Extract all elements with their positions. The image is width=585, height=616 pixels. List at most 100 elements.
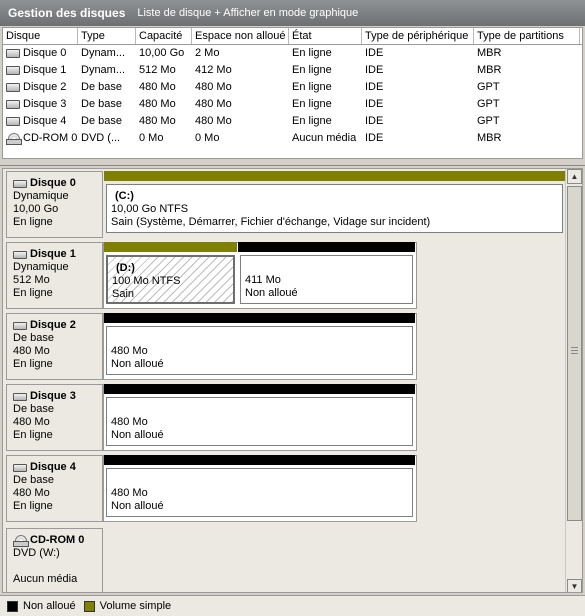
disk-name: Disque 0	[30, 177, 76, 189]
column-header-type[interactable]: Type	[78, 28, 136, 44]
cdrom-label[interactable]: CD-ROM 0 DVD (W:) Aucun média	[6, 528, 103, 592]
disk-row-0[interactable]: Disque 0 Dynam... 10,00 Go 2 Mo En ligne…	[3, 45, 582, 62]
disk-row-graphic-1: Disque 1 Dynamique 512 Mo En ligne (D:) …	[3, 240, 567, 311]
cell-type: Dynam...	[81, 47, 126, 59]
cell-status: En ligne	[292, 64, 332, 76]
column-header-status[interactable]: État	[289, 28, 362, 44]
cell-status: En ligne	[292, 47, 332, 59]
hard-disk-icon	[6, 83, 20, 92]
legend-unallocated: Non alloué	[23, 600, 76, 612]
disk-row-cdrom[interactable]: CD-ROM 0 DVD (... 0 Mo 0 Mo Aucun média …	[3, 130, 582, 147]
disk-row-3[interactable]: Disque 3 De base 480 Mo 480 Mo En ligne …	[3, 96, 582, 113]
disk-row-graphic-4: Disque 4 De base 480 Mo En ligne 480 Mo …	[3, 453, 567, 524]
hard-disk-icon	[13, 392, 27, 401]
cdrom-name: CD-ROM 0	[30, 534, 85, 546]
column-header-unallocated[interactable]: Espace non alloué	[192, 28, 289, 44]
disk-name: Disque 2	[30, 319, 76, 331]
disk-row-graphic-2: Disque 2 De base 480 Mo En ligne 480 Mo …	[3, 311, 567, 382]
cell-status: En ligne	[292, 81, 332, 93]
cell-device-type: IDE	[365, 64, 384, 76]
partition-d[interactable]: (D:) 100 Mo NTFS Sain	[104, 242, 237, 305]
cell-partition-type: MBR	[477, 132, 502, 144]
cell-disk: Disque 4	[23, 115, 67, 127]
cell-disk: Disque 2	[23, 81, 67, 93]
scroll-up-button[interactable]: ▲	[567, 169, 582, 184]
graphical-view: Disque 0 Dynamique 10,00 Go En ligne (C:…	[2, 168, 583, 593]
disk-type: Dynamique	[13, 261, 69, 273]
cell-device-type: IDE	[365, 132, 384, 144]
pane-splitter[interactable]	[0, 160, 585, 166]
disk-row-1[interactable]: Disque 1 Dynam... 512 Mo 412 Mo En ligne…	[3, 62, 582, 79]
hard-disk-icon	[6, 117, 20, 126]
volume-letter: (D:)	[116, 262, 135, 274]
unallocated-size: 480 Mo	[111, 345, 148, 357]
cell-status: En ligne	[292, 98, 332, 110]
cell-status: En ligne	[292, 115, 332, 127]
disk-size: 10,00 Go	[13, 203, 59, 215]
unallocated-space[interactable]: 480 Mo Non alloué	[104, 455, 415, 518]
disk-label[interactable]: Disque 3 De base 480 Mo En ligne	[6, 384, 103, 451]
unallocated-status: Non alloué	[111, 358, 164, 370]
disk-list[interactable]: Disque Type Capacité Espace non alloué É…	[2, 27, 583, 159]
simple-volume-bar	[104, 242, 237, 252]
disk-size: 480 Mo	[13, 345, 50, 357]
cell-type: De base	[81, 81, 122, 93]
cdrom-type: DVD (W:)	[13, 547, 60, 559]
cell-device-type: IDE	[365, 47, 384, 59]
cell-capacity: 0 Mo	[139, 132, 164, 144]
hard-disk-icon	[13, 250, 27, 259]
partition-c[interactable]: (C:) 10,00 Go NTFS Sain (Système, Démarr…	[104, 171, 565, 234]
cell-unallocated: 0 Mo	[195, 132, 220, 144]
simple-volume-bar	[104, 171, 565, 181]
vertical-scrollbar[interactable]: ▲ ▼	[565, 169, 582, 592]
unallocated-space[interactable]: 480 Mo Non alloué	[104, 384, 415, 447]
hard-disk-icon	[13, 179, 27, 188]
scroll-down-button[interactable]: ▼	[567, 579, 582, 592]
cell-type: Dynam...	[81, 64, 126, 76]
disk-label[interactable]: Disque 2 De base 480 Mo En ligne	[6, 313, 103, 380]
column-header-partition-type[interactable]: Type de partitions	[474, 28, 580, 44]
cell-disk: Disque 0	[23, 47, 67, 59]
cell-capacity: 512 Mo	[139, 64, 176, 76]
disk-label[interactable]: Disque 4 De base 480 Mo En ligne	[6, 455, 103, 522]
simple-volume-swatch	[83, 600, 95, 612]
disk-size: 480 Mo	[13, 487, 50, 499]
disk-status: En ligne	[13, 358, 53, 370]
cell-partition-type: GPT	[477, 115, 500, 127]
hard-disk-icon	[13, 463, 27, 472]
volume-status: Sain (Système, Démarrer, Fichier d'échan…	[111, 216, 431, 228]
column-header-disk[interactable]: Disque	[3, 28, 78, 44]
hard-disk-icon	[6, 49, 20, 58]
unallocated-status: Non alloué	[111, 429, 164, 441]
window-title: Gestion des disques	[8, 6, 126, 20]
cell-disk: CD-ROM 0	[23, 132, 78, 144]
cell-unallocated: 480 Mo	[195, 98, 232, 110]
cell-unallocated: 2 Mo	[195, 47, 220, 59]
scroll-thumb[interactable]	[567, 186, 582, 521]
cell-type: De base	[81, 98, 122, 110]
disk-row-4[interactable]: Disque 4 De base 480 Mo 480 Mo En ligne …	[3, 113, 582, 130]
disk-status: En ligne	[13, 500, 53, 512]
volume-size-fs: 100 Mo NTFS	[112, 275, 181, 287]
hard-disk-icon	[13, 321, 27, 330]
unallocated-bar	[104, 384, 415, 394]
hard-disk-icon	[6, 100, 20, 109]
column-header-capacity[interactable]: Capacité	[136, 28, 192, 44]
disk-name: Disque 1	[30, 248, 76, 260]
unallocated-bar	[104, 455, 415, 465]
disk-type: De base	[13, 474, 54, 486]
disk-row-graphic-3: Disque 3 De base 480 Mo En ligne 480 Mo …	[3, 382, 567, 453]
unallocated-space[interactable]: 411 Mo Non alloué	[238, 242, 415, 305]
unallocated-space[interactable]: 480 Mo Non alloué	[104, 313, 415, 376]
cell-type: DVD (...	[81, 132, 121, 144]
cell-device-type: IDE	[365, 81, 384, 93]
cell-capacity: 10,00 Go	[139, 47, 185, 59]
disk-label[interactable]: Disque 0 Dynamique 10,00 Go En ligne	[6, 171, 103, 238]
column-header-device-type[interactable]: Type de périphérique	[362, 28, 474, 44]
cell-capacity: 480 Mo	[139, 115, 176, 127]
disk-row-2[interactable]: Disque 2 De base 480 Mo 480 Mo En ligne …	[3, 79, 582, 96]
list-header: Disque Type Capacité Espace non alloué É…	[3, 28, 582, 45]
disk-label[interactable]: Disque 1 Dynamique 512 Mo En ligne	[6, 242, 103, 309]
unallocated-status: Non alloué	[245, 287, 298, 299]
legend: Non alloué Volume simple	[0, 595, 585, 616]
